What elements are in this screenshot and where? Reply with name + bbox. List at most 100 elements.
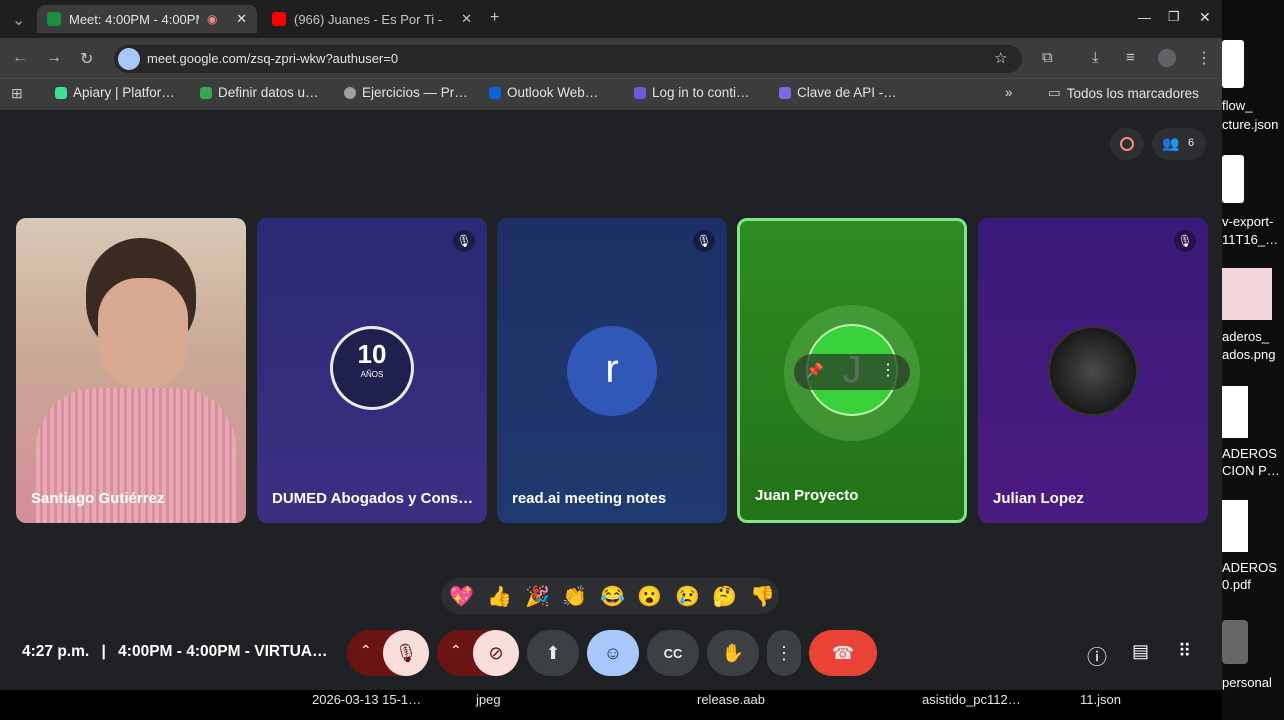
- reaction-laugh[interactable]: 😂: [600, 584, 625, 609]
- close-icon[interactable]: ✕: [461, 11, 472, 27]
- reaction-thumbs-down[interactable]: 👎: [750, 584, 775, 609]
- bookmark-definir[interactable]: Definir datos u…: [200, 85, 319, 100]
- reaction-party[interactable]: 🎉: [525, 584, 550, 609]
- reaction-clap[interactable]: 👏: [562, 584, 587, 609]
- leave-call-button[interactable]: ☎: [809, 630, 877, 676]
- recording-indicator[interactable]: [1110, 128, 1144, 160]
- reaction-heart[interactable]: 💖: [449, 584, 474, 609]
- camera-toggle-button[interactable]: ⊘: [473, 630, 519, 676]
- excel-file-icon[interactable]: [1222, 386, 1248, 438]
- profile-avatar[interactable]: [1158, 49, 1176, 67]
- more-vert-icon: ⋮: [775, 642, 793, 663]
- apps-grid-icon[interactable]: ⊞: [11, 85, 23, 102]
- desktop-label: personal: [1222, 675, 1272, 690]
- reload-icon[interactable]: ↻: [80, 49, 93, 69]
- chat-icon[interactable]: ▤: [1132, 641, 1149, 662]
- participant-tile[interactable]: J 📌 ⋮ Juan Proyecto: [737, 218, 967, 523]
- mic-off-icon: 🎙: [394, 642, 418, 663]
- bookmarks-overflow[interactable]: »: [1005, 85, 1013, 100]
- image-file-icon[interactable]: [1222, 268, 1272, 320]
- participant-name: DUMED Abogados y Cons…: [272, 490, 474, 507]
- bookmark-label: Ejercicios — Pr…: [362, 85, 468, 100]
- reaction-sad[interactable]: 😢: [675, 584, 700, 609]
- tab-meet[interactable]: Meet: 4:00PM - 4:00PM ◉ ✕: [37, 5, 257, 33]
- captions-icon: CC: [663, 645, 683, 661]
- forward-icon[interactable]: →: [46, 49, 62, 67]
- participant-name: read.ai meeting notes: [512, 490, 667, 507]
- participant-count: 6: [1188, 137, 1195, 149]
- tile-hover-controls: 📌 ⋮: [794, 354, 910, 390]
- participant-tile[interactable]: 🎙 10 AÑOS DUMED Abogados y Cons…: [257, 218, 487, 523]
- bookmark-outlook[interactable]: Outlook Web…: [489, 85, 598, 100]
- hand-icon: ✋: [721, 642, 745, 663]
- taskbar-file[interactable]: jpeg: [476, 692, 501, 707]
- captions-button[interactable]: CC: [647, 630, 699, 676]
- camera-options-chevron-icon[interactable]: ⌃: [450, 642, 462, 659]
- raise-hand-button[interactable]: ✋: [707, 630, 759, 676]
- download-icon[interactable]: ⤓: [1092, 49, 1099, 66]
- desktop-label: ADEROS: [1222, 446, 1277, 461]
- menu-icon[interactable]: ⋮: [1196, 48, 1212, 68]
- tab-youtube[interactable]: (966) Juanes - Es Por Ti - ✕: [262, 5, 482, 33]
- reaction-surprised[interactable]: 😮: [637, 584, 662, 609]
- minimize-icon[interactable]: —: [1138, 10, 1151, 25]
- recording-icon: ◉: [207, 12, 218, 26]
- bookmark-apiary[interactable]: Apiary | Platfor…: [55, 85, 175, 100]
- present-screen-button[interactable]: ⬆: [527, 630, 579, 676]
- bookmark-login[interactable]: Log in to conti…: [634, 85, 750, 100]
- maximize-icon[interactable]: ❐: [1168, 9, 1180, 25]
- mic-toggle-button[interactable]: 🎙: [383, 630, 429, 676]
- excel-file-icon[interactable]: [1222, 500, 1248, 552]
- overflow-label: »: [1005, 85, 1013, 100]
- participants-button[interactable]: 👥 6: [1152, 128, 1206, 160]
- extensions-icon[interactable]: ⧉: [1042, 49, 1053, 66]
- present-icon: ⬆: [545, 642, 561, 663]
- close-icon[interactable]: ✕: [236, 11, 247, 27]
- new-tab-icon[interactable]: +: [490, 9, 499, 27]
- participant-image: [1048, 326, 1138, 416]
- all-bookmarks[interactable]: ▭ Todos los marcadores: [1048, 85, 1199, 101]
- meeting-time: 4:27 p.m.: [22, 643, 90, 660]
- apiary-icon: [55, 86, 67, 99]
- bookmark-ejercicios[interactable]: Ejercicios — Pr…: [344, 85, 468, 100]
- file-icon[interactable]: [1222, 40, 1244, 88]
- taskbar-file[interactable]: 2026-03-13 15-1…: [312, 692, 421, 707]
- back-icon[interactable]: ←: [12, 49, 28, 67]
- bookmark-star-icon[interactable]: ☆: [994, 49, 1007, 67]
- meeting-title: 4:00PM - 4:00PM - VIRTUA…: [118, 643, 328, 660]
- file-icon[interactable]: [1222, 155, 1244, 203]
- api-icon: [779, 86, 791, 99]
- more-options-button[interactable]: ⋮: [767, 630, 801, 676]
- more-options-icon[interactable]: ⋮: [880, 360, 896, 380]
- participant-tile[interactable]: 🎙 Julian Lopez: [978, 218, 1208, 523]
- window-close-icon[interactable]: ✕: [1199, 9, 1211, 26]
- pin-icon[interactable]: 📌: [806, 362, 823, 379]
- bookmark-api[interactable]: Clave de API -…: [779, 85, 897, 100]
- url-text[interactable]: meet.google.com/zsq-zpri-wkw?authuser=0: [147, 51, 398, 66]
- taskbar-file[interactable]: asistido_pc112…: [922, 692, 1021, 707]
- reaction-thinking[interactable]: 🤔: [712, 584, 737, 609]
- participant-tile[interactable]: 🎙 r read.ai meeting notes: [497, 218, 727, 523]
- meeting-details-icon[interactable]: ⓘ: [1087, 641, 1107, 670]
- bookmark-label: Log in to conti…: [652, 85, 750, 100]
- participant-name: Santiago Gutiérrez: [31, 490, 165, 507]
- bookmark-label: Outlook Web…: [507, 85, 599, 100]
- record-icon: [1120, 137, 1134, 151]
- folder-icon[interactable]: [1222, 620, 1248, 664]
- separator: |: [101, 643, 106, 660]
- activities-icon[interactable]: ⠿: [1178, 641, 1191, 662]
- company-logo: 10 AÑOS: [330, 326, 414, 410]
- media-control-icon[interactable]: ≡: [1126, 49, 1135, 66]
- desktop-label: 0.pdf: [1222, 577, 1251, 592]
- people-icon: 👥: [1162, 135, 1180, 151]
- reaction-thumbs-up[interactable]: 👍: [487, 584, 512, 609]
- participant-tile[interactable]: Santiago Gutiérrez: [16, 218, 246, 523]
- end-call-icon: ☎: [831, 642, 855, 663]
- taskbar-file[interactable]: release.aab: [697, 692, 765, 707]
- desktop-label: flow_: [1222, 98, 1253, 113]
- mic-permission-icon[interactable]: [118, 48, 140, 70]
- reactions-button[interactable]: ☺: [587, 630, 639, 676]
- taskbar-file[interactable]: 11.json: [1080, 692, 1121, 707]
- tab-search-icon[interactable]: ⌄: [12, 10, 25, 30]
- mic-options-chevron-icon[interactable]: ⌃: [360, 642, 372, 659]
